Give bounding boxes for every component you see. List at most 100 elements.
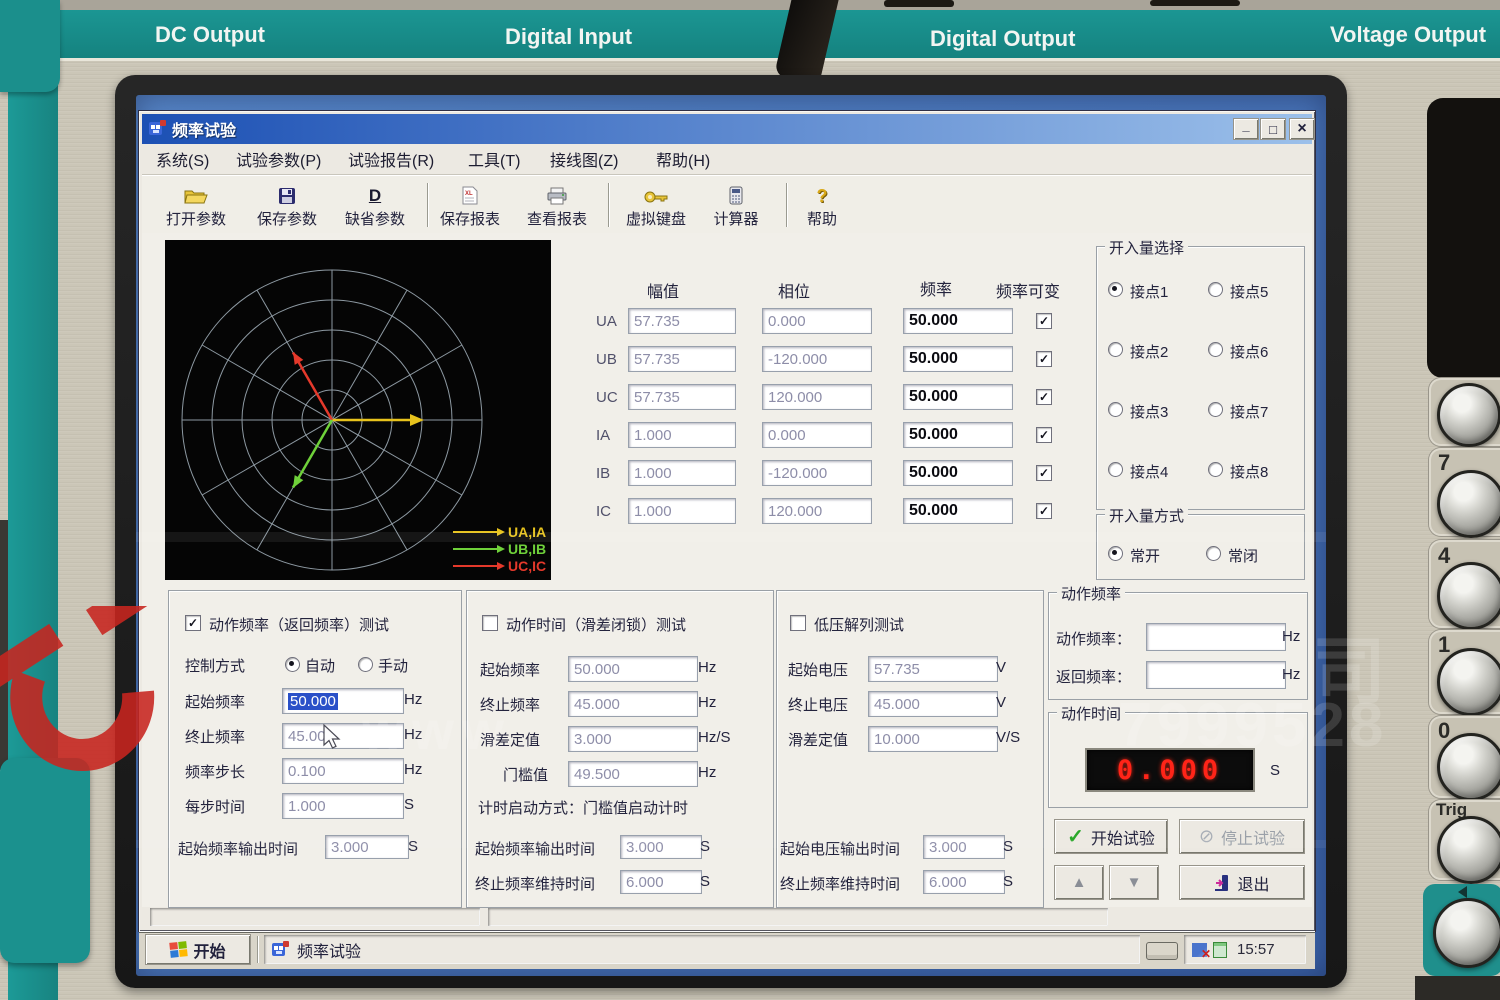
result-freq-group-title: 动作频率	[1057, 583, 1125, 604]
tt-threshold-unit: Hz	[698, 764, 716, 781]
knob-7[interactable]	[1437, 470, 1500, 538]
ua-frequency-field[interactable]: 50.000	[903, 308, 1013, 334]
knob-teal[interactable]	[1433, 898, 1500, 968]
contact4-radio[interactable]	[1108, 462, 1123, 477]
action-freq-field[interactable]	[1146, 623, 1286, 651]
keyboard-tray-icon[interactable]	[1146, 942, 1178, 960]
toolbar-virtual-keyboard[interactable]: 虚拟键盘	[616, 181, 696, 229]
normally-closed-radio[interactable]	[1206, 546, 1221, 561]
ub-frequency-field[interactable]: 50.000	[903, 346, 1013, 372]
tt-hold-time-field[interactable]: 6.000	[620, 870, 702, 894]
ic-freq-variable-checkbox[interactable]: ✓	[1036, 503, 1052, 519]
right-black-panel	[1427, 98, 1500, 378]
green-tray-icon[interactable]	[1213, 942, 1227, 958]
step-down-button[interactable]: ▼	[1110, 866, 1158, 899]
ub-amplitude-field[interactable]: 57.735	[628, 346, 736, 372]
tt-start-freq-field[interactable]: 50.000	[568, 656, 698, 682]
knob-0[interactable]	[1437, 733, 1500, 801]
ia-amplitude-field[interactable]: 1.000	[628, 422, 736, 448]
ia-frequency-field[interactable]: 50.000	[903, 422, 1013, 448]
ib-amplitude-field[interactable]: 1.000	[628, 460, 736, 486]
start-button[interactable]: 开始	[146, 935, 250, 964]
ua-freq-variable-checkbox[interactable]: ✓	[1036, 313, 1052, 329]
uc-frequency-field[interactable]: 50.000	[903, 384, 1013, 410]
vt-end-volt-field[interactable]: 45.000	[868, 691, 998, 717]
contact8-radio[interactable]	[1208, 462, 1223, 477]
toolbar-default-params[interactable]: D 缺省参数	[336, 181, 414, 229]
vt-start-volt-field[interactable]: 57.735	[868, 656, 998, 682]
toolbar-view-report[interactable]: 查看报表	[518, 181, 596, 229]
toolbar-save-params[interactable]: 保存参数	[248, 181, 326, 229]
toolbar-help[interactable]: ? 帮助	[792, 181, 852, 229]
ub-phase-field[interactable]: -120.000	[762, 346, 872, 372]
taskbar-task-item[interactable]: 频率试验	[264, 935, 1140, 964]
contact3-label: 接点3	[1130, 401, 1168, 422]
time-test-checkbox[interactable]	[482, 615, 498, 631]
tt-slip-field[interactable]: 3.000	[568, 726, 698, 752]
vt-hold-time-field[interactable]: 6.000	[923, 870, 1005, 894]
knob-1[interactable]	[1437, 648, 1500, 716]
toolbar-calculator[interactable]: 计算器	[702, 181, 770, 229]
contact1-radio[interactable]	[1108, 282, 1123, 297]
title-bar[interactable]: 频率试验	[142, 114, 1312, 144]
ia-freq-variable-checkbox[interactable]: ✓	[1036, 427, 1052, 443]
ua-amplitude-field[interactable]: 57.735	[628, 308, 736, 334]
contact3-radio[interactable]	[1108, 402, 1123, 417]
toolbar-label: 查看报表	[527, 208, 587, 229]
action-freq-unit: Hz	[1282, 628, 1300, 645]
return-freq-field[interactable]	[1146, 661, 1286, 689]
uc-freq-variable-checkbox[interactable]: ✓	[1036, 389, 1052, 405]
key-icon	[644, 189, 668, 205]
ib-phase-field[interactable]: -120.000	[762, 460, 872, 486]
menu-wiring-diagram[interactable]: 接线图(Z)	[544, 144, 624, 174]
step-time-field[interactable]: 1.000	[282, 793, 404, 819]
tt-threshold-field[interactable]: 49.500	[568, 761, 698, 787]
contact5-radio[interactable]	[1208, 282, 1223, 297]
ua-phase-field[interactable]: 0.000	[762, 308, 872, 334]
exit-button[interactable]: 退出	[1180, 866, 1304, 899]
knob-4[interactable]	[1437, 562, 1500, 630]
contact6-radio[interactable]	[1208, 342, 1223, 357]
toolbar-save-report[interactable]: XL 保存报表	[431, 181, 509, 229]
ib-frequency-field[interactable]: 50.000	[903, 460, 1013, 486]
ia-phase-field[interactable]: 0.000	[762, 422, 872, 448]
maximize-button[interactable]: □	[1261, 119, 1285, 139]
auto-radio[interactable]	[285, 657, 300, 672]
knob-label-4: 4	[1438, 543, 1450, 569]
voltage-test-checkbox[interactable]	[790, 615, 806, 631]
stop-test-button[interactable]: ⊘ 停止试验	[1180, 820, 1304, 853]
manual-radio[interactable]	[358, 657, 373, 672]
menu-tools[interactable]: 工具(T)	[462, 144, 526, 174]
step-up-button[interactable]: ▲	[1055, 866, 1103, 899]
minimize-button[interactable]: _	[1234, 119, 1258, 139]
knob-unlabeled[interactable]	[1437, 383, 1500, 447]
contact2-radio[interactable]	[1108, 342, 1123, 357]
tt-end-freq-field[interactable]: 45.000	[568, 691, 698, 717]
ic-frequency-field[interactable]: 50.000	[903, 498, 1013, 524]
ic-phase-field[interactable]: 120.000	[762, 498, 872, 524]
network-error-icon[interactable]: ✕	[1192, 943, 1207, 957]
uc-phase-field[interactable]: 120.000	[762, 384, 872, 410]
menu-test-params[interactable]: 试验参数(P)	[230, 144, 327, 174]
freq-step-unit: Hz	[404, 761, 422, 778]
value: 6.000	[929, 874, 967, 891]
equipment-front-panel: DC Output Digital Input Digital Output V…	[0, 0, 1500, 1000]
menu-test-report[interactable]: 试验报告(R)	[342, 144, 440, 174]
uc-amplitude-field[interactable]: 57.735	[628, 384, 736, 410]
vt-slip-field[interactable]: 10.000	[868, 726, 998, 752]
menu-system[interactable]: 系统(S)	[150, 144, 215, 174]
normally-open-radio[interactable]	[1108, 546, 1123, 561]
close-button[interactable]: ×	[1290, 119, 1314, 139]
ic-amplitude-field[interactable]: 1.000	[628, 498, 736, 524]
step-time-unit: S	[404, 796, 414, 813]
menu-help[interactable]: 帮助(H)	[650, 144, 716, 174]
ub-freq-variable-checkbox[interactable]: ✓	[1036, 351, 1052, 367]
start-test-button[interactable]: ✓ 开始试验	[1055, 820, 1167, 853]
knob-label-7: 7	[1438, 450, 1450, 476]
value: 57.735	[634, 313, 680, 330]
minimize-glyph: _	[1242, 118, 1249, 133]
knob-trig[interactable]	[1437, 816, 1500, 884]
contact7-radio[interactable]	[1208, 402, 1223, 417]
ib-freq-variable-checkbox[interactable]: ✓	[1036, 465, 1052, 481]
toolbar-open-params[interactable]: 打开参数	[157, 181, 235, 229]
